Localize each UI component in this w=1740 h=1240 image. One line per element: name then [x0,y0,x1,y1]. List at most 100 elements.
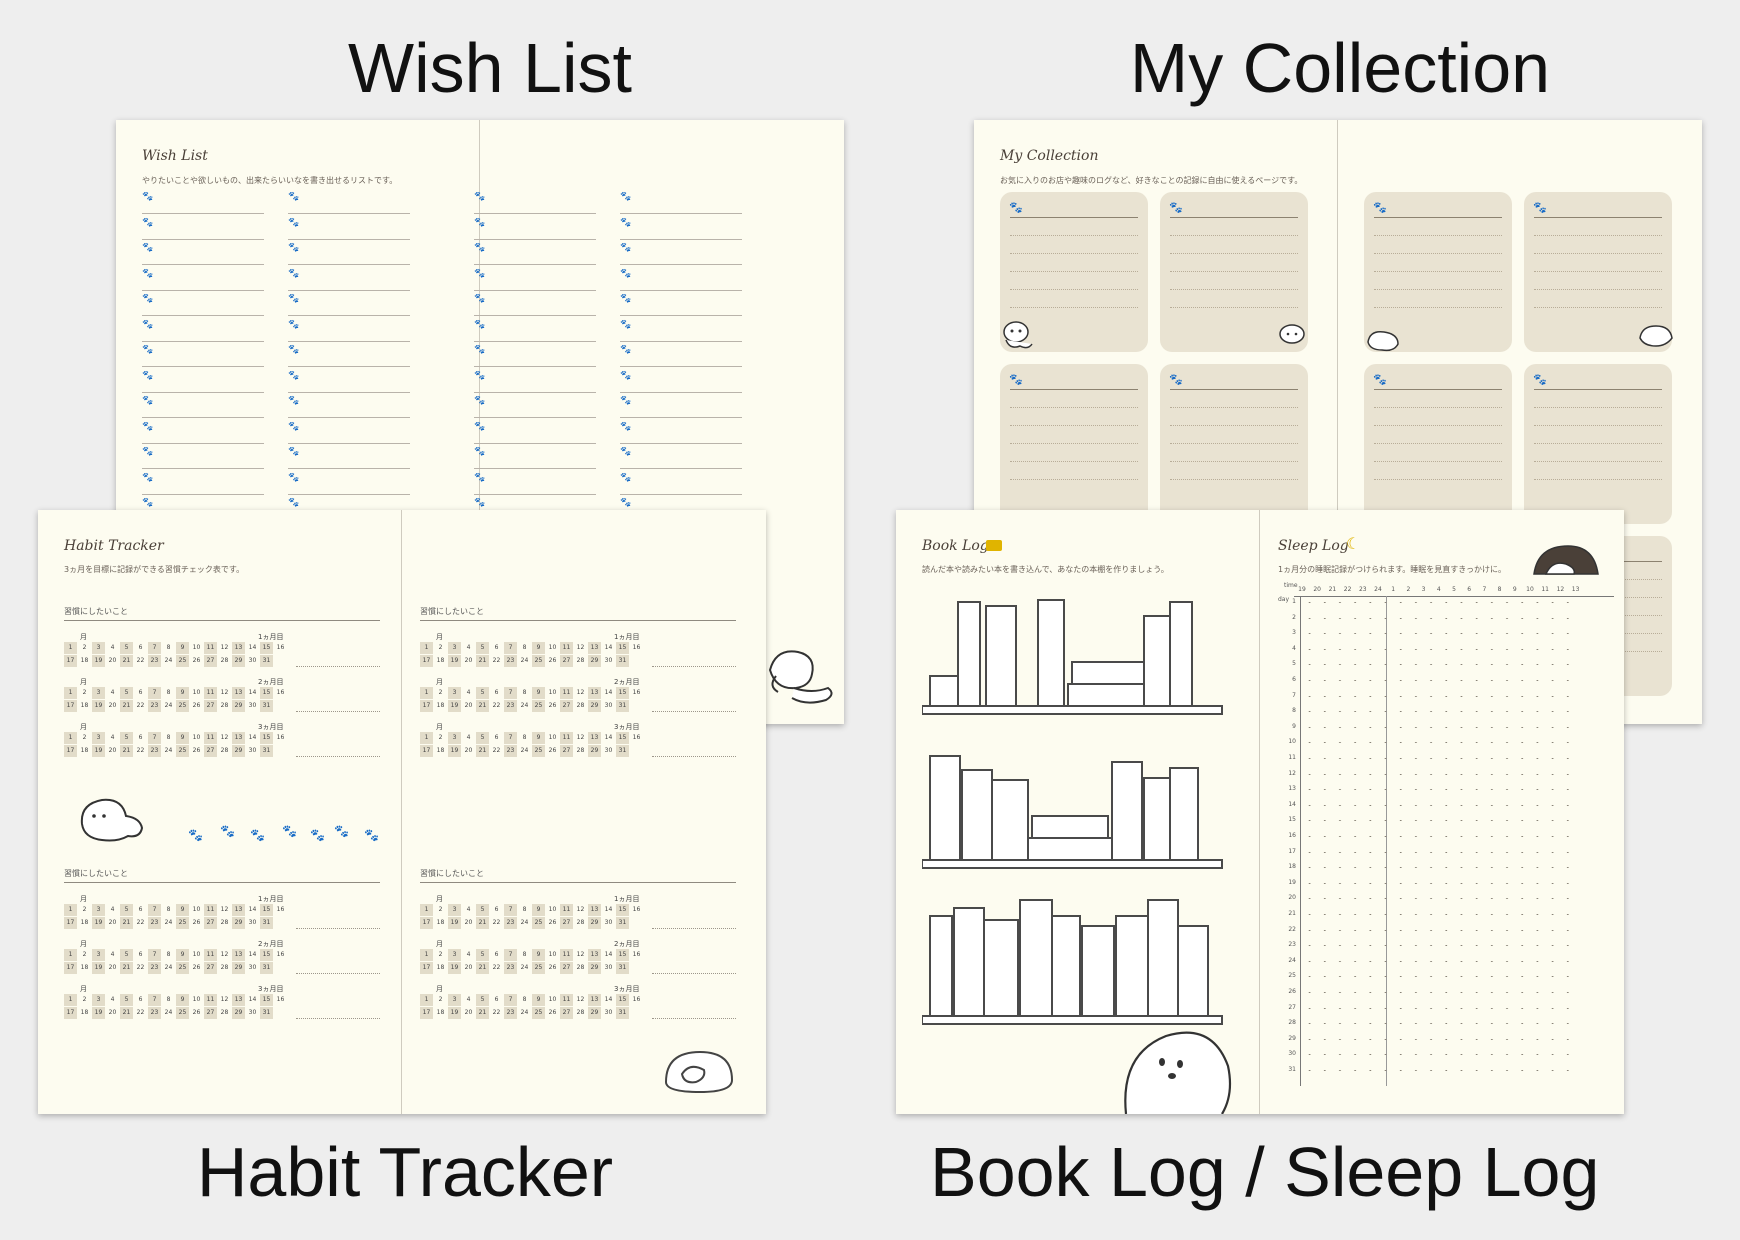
day-label: 11 [1288,754,1296,761]
day-cell: 19 [92,1007,105,1019]
write-line [1170,407,1298,408]
day-cell: 21 [476,1007,489,1019]
wish-list-line: 🐾 [288,371,410,393]
habit-day-grid: 1 2 3 4 5 6 7 8 9 10 11 12 13 14 15 16 17 18 19 20 21 22 23 24 2… [420,904,643,929]
paw-icon: 🐾 [620,319,632,330]
book-spine [1071,661,1145,685]
write-line [288,468,410,469]
day-cell: 26 [548,919,557,926]
book-spine [1027,837,1113,861]
dot-row [1302,914,1576,915]
day-cell: 11 [204,687,217,699]
day-cell: 13 [588,904,601,916]
hour-label: 5 [1452,586,1456,593]
dog-illustration [1003,321,1033,349]
write-line [620,213,742,214]
write-line [620,315,742,316]
day-cell: 19 [92,917,105,929]
day-label: 31 [1288,1066,1296,1073]
day-cell: 10 [548,734,557,741]
day-cell: 2 [438,951,443,958]
paw-icon: 🐾 [142,421,154,432]
day-cell: 29 [232,962,245,974]
day-cell: 29 [232,917,245,929]
write-line [474,391,596,393]
write-line [288,315,410,316]
habit-note-line [652,973,736,974]
write-line [620,442,742,444]
paw-icon: 🐾 [288,294,300,304]
day-cell: 10 [548,689,557,696]
day-cell: 5 [120,732,133,744]
book-log-subtitle: 読んだ本や読みたい本を書き込んで、あなたの本棚を作りましょう。 [922,565,1169,574]
write-line [1534,479,1662,480]
write-line [1010,289,1138,290]
write-line [1534,307,1662,308]
day-cell: 22 [492,702,501,709]
write-line [1534,443,1662,444]
write-line [474,264,596,265]
day-cell: 31 [260,655,273,667]
wish-list-line: 🐾 [288,473,410,495]
day-cell: 8 [166,951,171,958]
day-cell: 14 [604,996,613,1003]
day-cell: 18 [80,702,89,709]
day-cell: 25 [176,700,189,712]
day-cell: 14 [604,951,613,958]
month-label: 月 [80,940,87,948]
day-cell: 7 [148,949,161,961]
dot-row [1302,882,1576,884]
day-cell: 21 [120,962,133,974]
day-cell: 18 [436,1009,445,1016]
day-cell: 1 [64,642,77,654]
paw-icon: 🐾 [288,192,300,202]
day-cell: 3 [448,732,461,744]
day-cell: 13 [588,949,601,961]
wish-list-line: 🐾 [474,396,596,418]
day-cell: 22 [136,1009,145,1016]
day-cell: 28 [576,1009,585,1016]
day-cell: 22 [136,964,145,971]
day-cell: 11 [204,642,217,654]
day-cell: 25 [176,1007,189,1019]
habit-day-grid: 1 2 3 4 5 6 7 8 9 10 11 12 13 14 15 16 17 18 19 20 21 22 23 24 2… [420,949,643,974]
day-label: 4 [1292,644,1296,652]
day-label: 6 [1292,676,1296,683]
day-cell: 17 [420,1007,433,1019]
day-cell: 22 [492,747,501,754]
day-cell: 25 [176,745,189,757]
day-cell: 23 [148,962,161,974]
paw-icon: 🐾 [288,268,300,279]
caption-wish-list: Wish List [348,29,632,107]
day-cell: 17 [64,700,77,712]
day-cell: 16 [276,644,285,651]
page-fold [1259,510,1260,1114]
day-cell: 15 [260,904,273,916]
write-line [1010,443,1138,444]
write-line [288,366,410,367]
day-cell: 29 [588,745,601,757]
day-cell: 23 [504,655,517,667]
wish-list-line: 🐾 [620,447,742,469]
day-cell: 3 [92,994,105,1006]
write-line [288,417,410,418]
day-cell: 31 [260,917,273,929]
caption-book-sleep-log: Book Log / Sleep Log [930,1133,1600,1211]
day-cell: 5 [476,949,489,961]
day-label: 30 [1288,1050,1296,1058]
day-cell: 22 [492,657,501,664]
dot-row [1302,789,1576,791]
write-line [474,442,596,444]
paw-icon: 🐾 [620,294,632,304]
paw-icon: 🐾 [1373,201,1387,214]
habit-label: 習慣にしたいこと [420,869,484,878]
day-cell: 27 [204,655,217,667]
day-cell: 12 [220,689,229,696]
paw-icon: 🐾 [620,447,632,457]
day-cell: 26 [192,702,201,709]
day-cell: 9 [176,687,189,699]
day-cell: 21 [120,1007,133,1019]
day-cell: 16 [632,996,641,1003]
write-line [474,340,596,342]
day-cell: 19 [448,745,461,757]
